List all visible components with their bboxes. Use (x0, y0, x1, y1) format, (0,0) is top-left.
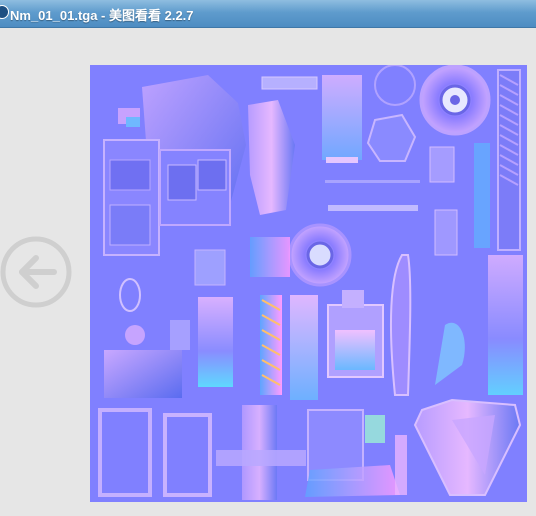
window-title: Nm_01_01.tga - 美图看看 2.2.7 (10, 8, 194, 23)
previous-image-button[interactable] (0, 236, 72, 308)
normal-map-texture (90, 65, 527, 502)
displayed-image (90, 65, 527, 502)
arrow-left-icon (0, 236, 72, 308)
app-logo-icon (0, 5, 9, 19)
title-bar: Nm_01_01.tga - 美图看看 2.2.7 (0, 0, 536, 28)
